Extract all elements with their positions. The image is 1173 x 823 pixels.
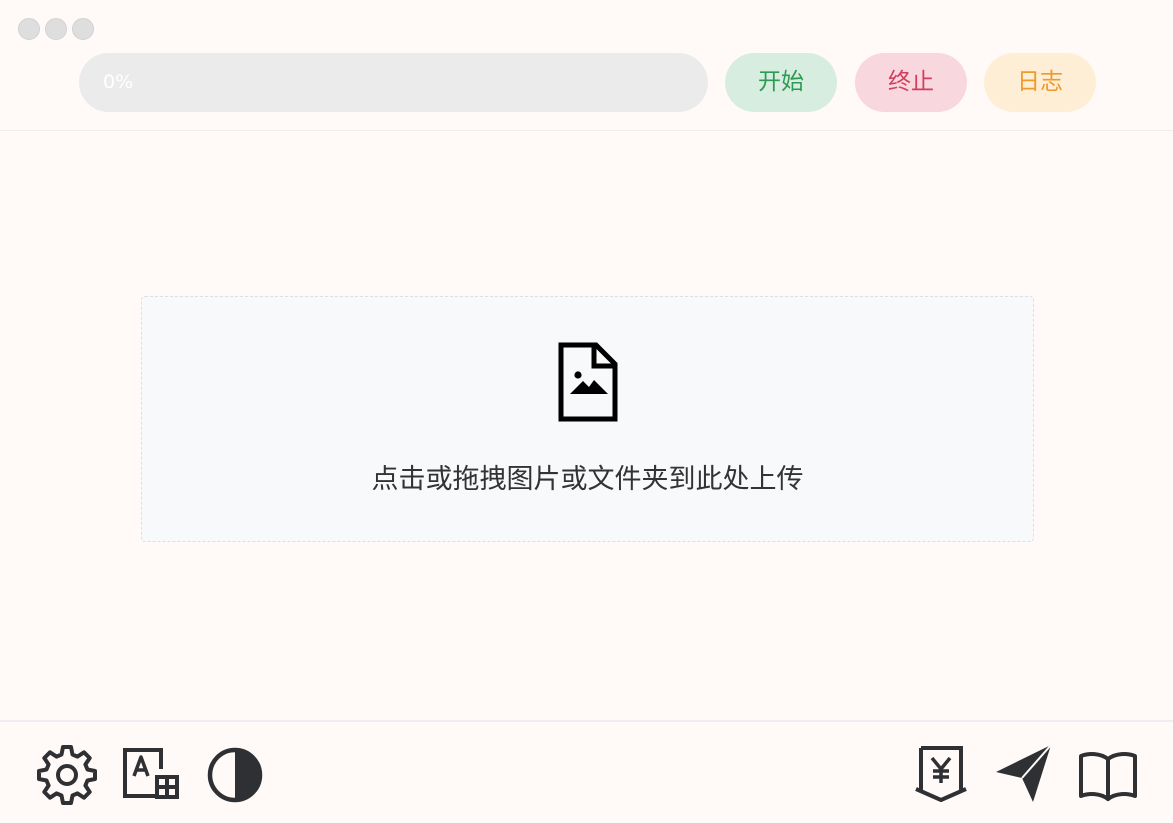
progress-bar: 0% [79,53,708,112]
dropzone-text: 点击或拖拽图片或文件夹到此处上传 [371,464,804,495]
stop-button[interactable]: 终止 [855,53,967,112]
log-button[interactable]: 日志 [984,53,1096,112]
font-add-icon[interactable] [121,745,181,805]
file-image-icon [558,342,618,422]
footer-toolbar [0,720,1173,823]
yen-shield-icon[interactable] [911,745,971,805]
contrast-icon[interactable] [205,745,265,805]
gear-icon[interactable] [37,745,97,805]
book-icon[interactable] [1078,745,1138,805]
progress-label: 0% [103,71,134,93]
app-window: 0% 开始 终止 日志 点击或拖拽图片或文件夹到此处上传 [0,0,1173,823]
toolbar: 0% 开始 终止 日志 [0,0,1173,131]
send-icon[interactable] [993,745,1053,805]
upload-dropzone[interactable]: 点击或拖拽图片或文件夹到此处上传 [141,296,1034,542]
start-button[interactable]: 开始 [725,53,837,112]
